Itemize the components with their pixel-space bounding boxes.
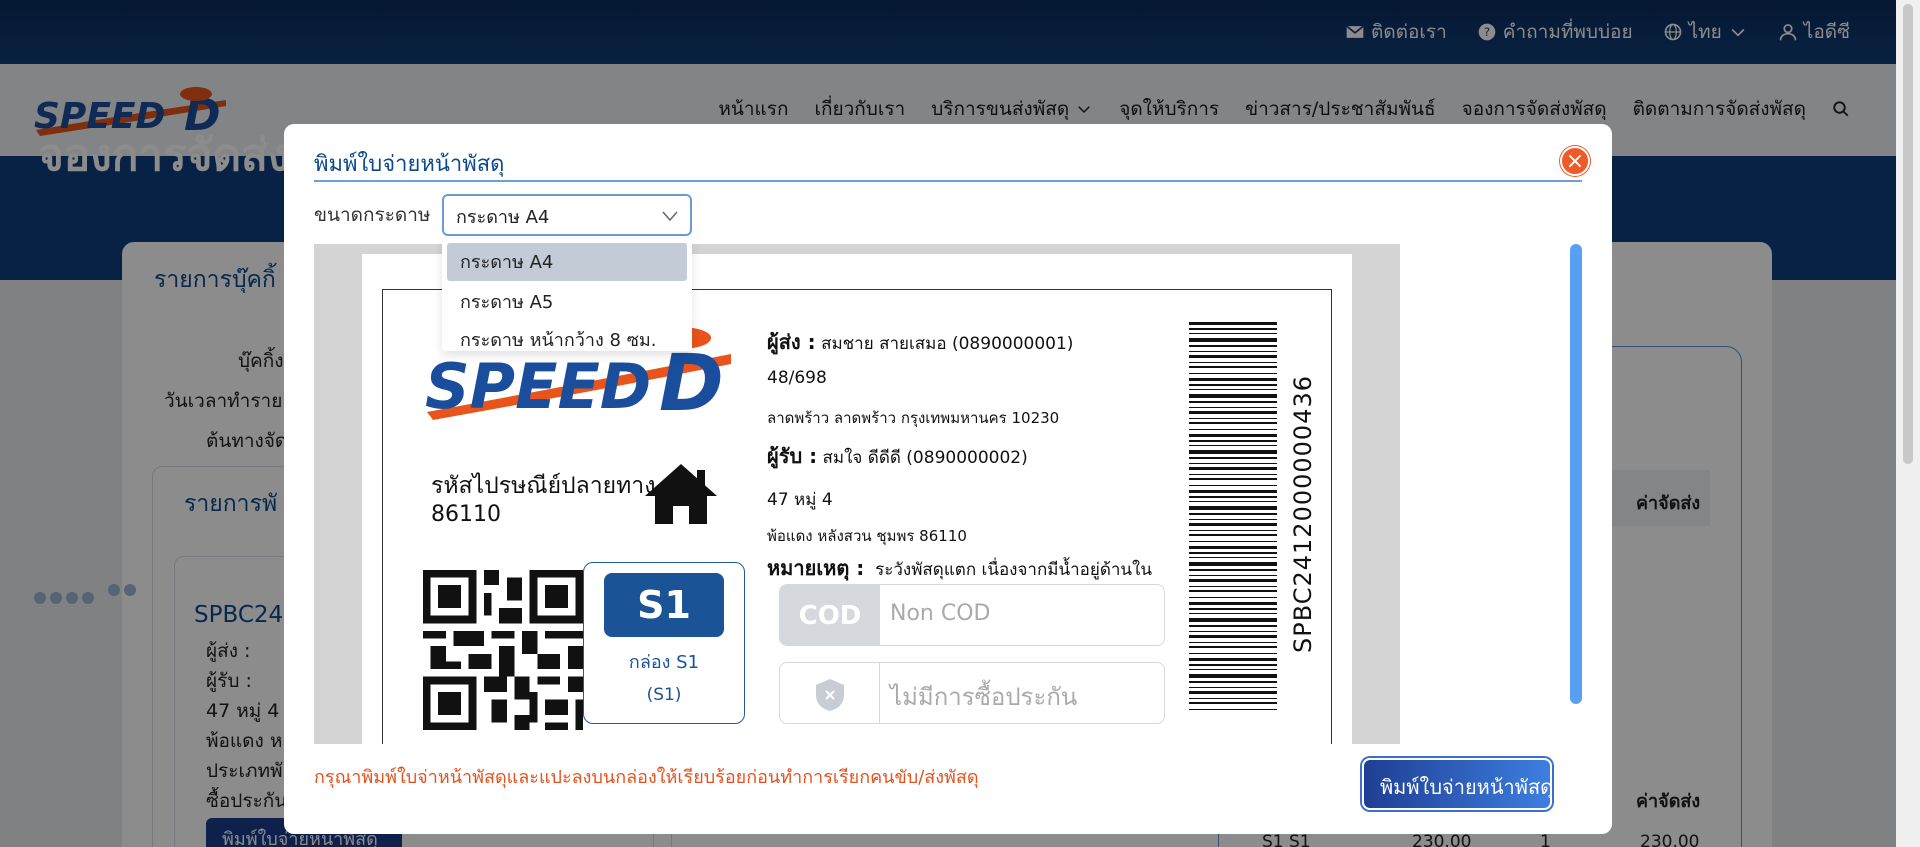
sender-address-2: ลาดพร้าว ลาดพร้าว กรุงเทพมหานคร 10230 [767, 409, 1060, 427]
shield-icon [816, 679, 844, 711]
paper-option-a5[interactable]: กระดาษ A5 [442, 281, 692, 319]
remark-value: ระวังพัสดุแตก เนื่องจากมีน้ำอยู่ด้านใน [875, 560, 1152, 580]
cod-value: Non COD [890, 601, 991, 626]
qr-code [423, 570, 583, 730]
print-label-modal: พิมพ์ใบจ่ายหน้าพัสดุ × ขนาดกระดาษ กระดาษ… [284, 124, 1612, 834]
label-remark: หมายเหตุ : ระวังพัสดุแตก เนื่องจากมีน้ำอ… [767, 552, 1152, 584]
home-icon [645, 464, 717, 524]
cod-field: COD Non COD [779, 584, 1165, 646]
cod-key: COD [780, 585, 880, 645]
label-receiver: ผู้รับ : สมใจ ดีดีดี (0890000002) [767, 440, 1028, 472]
modal-title-divider [314, 180, 1582, 182]
box-size-code: S1 [604, 573, 724, 637]
receiver-key: ผู้รับ : [767, 444, 818, 468]
paper-size-label: ขนาดกระดาษ [314, 204, 431, 226]
modal-title: พิมพ์ใบจ่ายหน้าพัสดุ [314, 152, 505, 177]
barcode [1189, 322, 1277, 710]
svg-text:SPEED: SPEED [425, 350, 651, 423]
box-size-card: S1 กล่อง S1 (S1) [583, 562, 745, 724]
paper-size-value: กระดาษ A4 [456, 207, 550, 228]
paper-option-8cm[interactable]: กระดาษ หน้ากว้าง 8 ซม. [442, 319, 692, 357]
insurance-key [780, 663, 880, 723]
receiver-address-1: 47 หมู่ 4 [767, 490, 833, 510]
receiver-value: สมใจ ดีดีดี (0890000002) [822, 448, 1028, 468]
postal-code-value: 86110 [431, 502, 501, 527]
close-button[interactable]: × [1560, 146, 1590, 176]
sender-key: ผู้ส่ง : [767, 330, 816, 354]
box-size-name: กล่อง S1 [628, 652, 700, 673]
print-label-button[interactable]: พิมพ์ใบจ่ายหน้าพัสดุ [1362, 758, 1553, 810]
label-sender: ผู้ส่ง : สมชาย สายเสมอ (0890000001) [767, 326, 1073, 358]
postal-code-title: รหัสไปรษณีย์ปลายทาง [431, 473, 656, 499]
insurance-value: ไม่มีการซื้อประกัน [890, 683, 1078, 711]
chevron-down-icon [662, 211, 678, 222]
shipping-label: SPEED D รหัสไปรษณีย์ปลายทาง 86110 ผู้ส่ง… [382, 289, 1332, 744]
preview-scrollbar-thumb[interactable] [1570, 244, 1582, 704]
page-scrollbar-thumb[interactable] [1903, 4, 1913, 464]
print-notice: กรุณาพิมพ์ใบจ่าหน้าพัสดุและแปะลงบนกล่องใ… [314, 767, 979, 788]
sender-address-1: 48/698 [767, 368, 827, 388]
remark-key: หมายเหตุ : [767, 556, 865, 580]
paper-size-select[interactable]: กระดาษ A4 [442, 194, 692, 236]
paper-option-a4[interactable]: กระดาษ A4 [447, 243, 687, 281]
tracking-number: SPBC2412000000436 [1283, 334, 1323, 694]
page-scrollbar[interactable] [1896, 0, 1920, 847]
preview-scrollbar[interactable] [1570, 244, 1582, 704]
sender-value: สมชาย สายเสมอ (0890000001) [821, 334, 1074, 354]
tracking-number-text: SPBC2412000000436 [1289, 374, 1317, 654]
box-size-sub: (S1) [646, 685, 682, 705]
receiver-address-2: พ้อแดง หลังสวน ชุมพร 86110 [767, 527, 967, 545]
insurance-field: ไม่มีการซื้อประกัน [779, 662, 1165, 724]
paper-size-dropdown: กระดาษ A4 กระดาษ A5 กระดาษ หน้ากว้าง 8 ซ… [442, 239, 692, 351]
